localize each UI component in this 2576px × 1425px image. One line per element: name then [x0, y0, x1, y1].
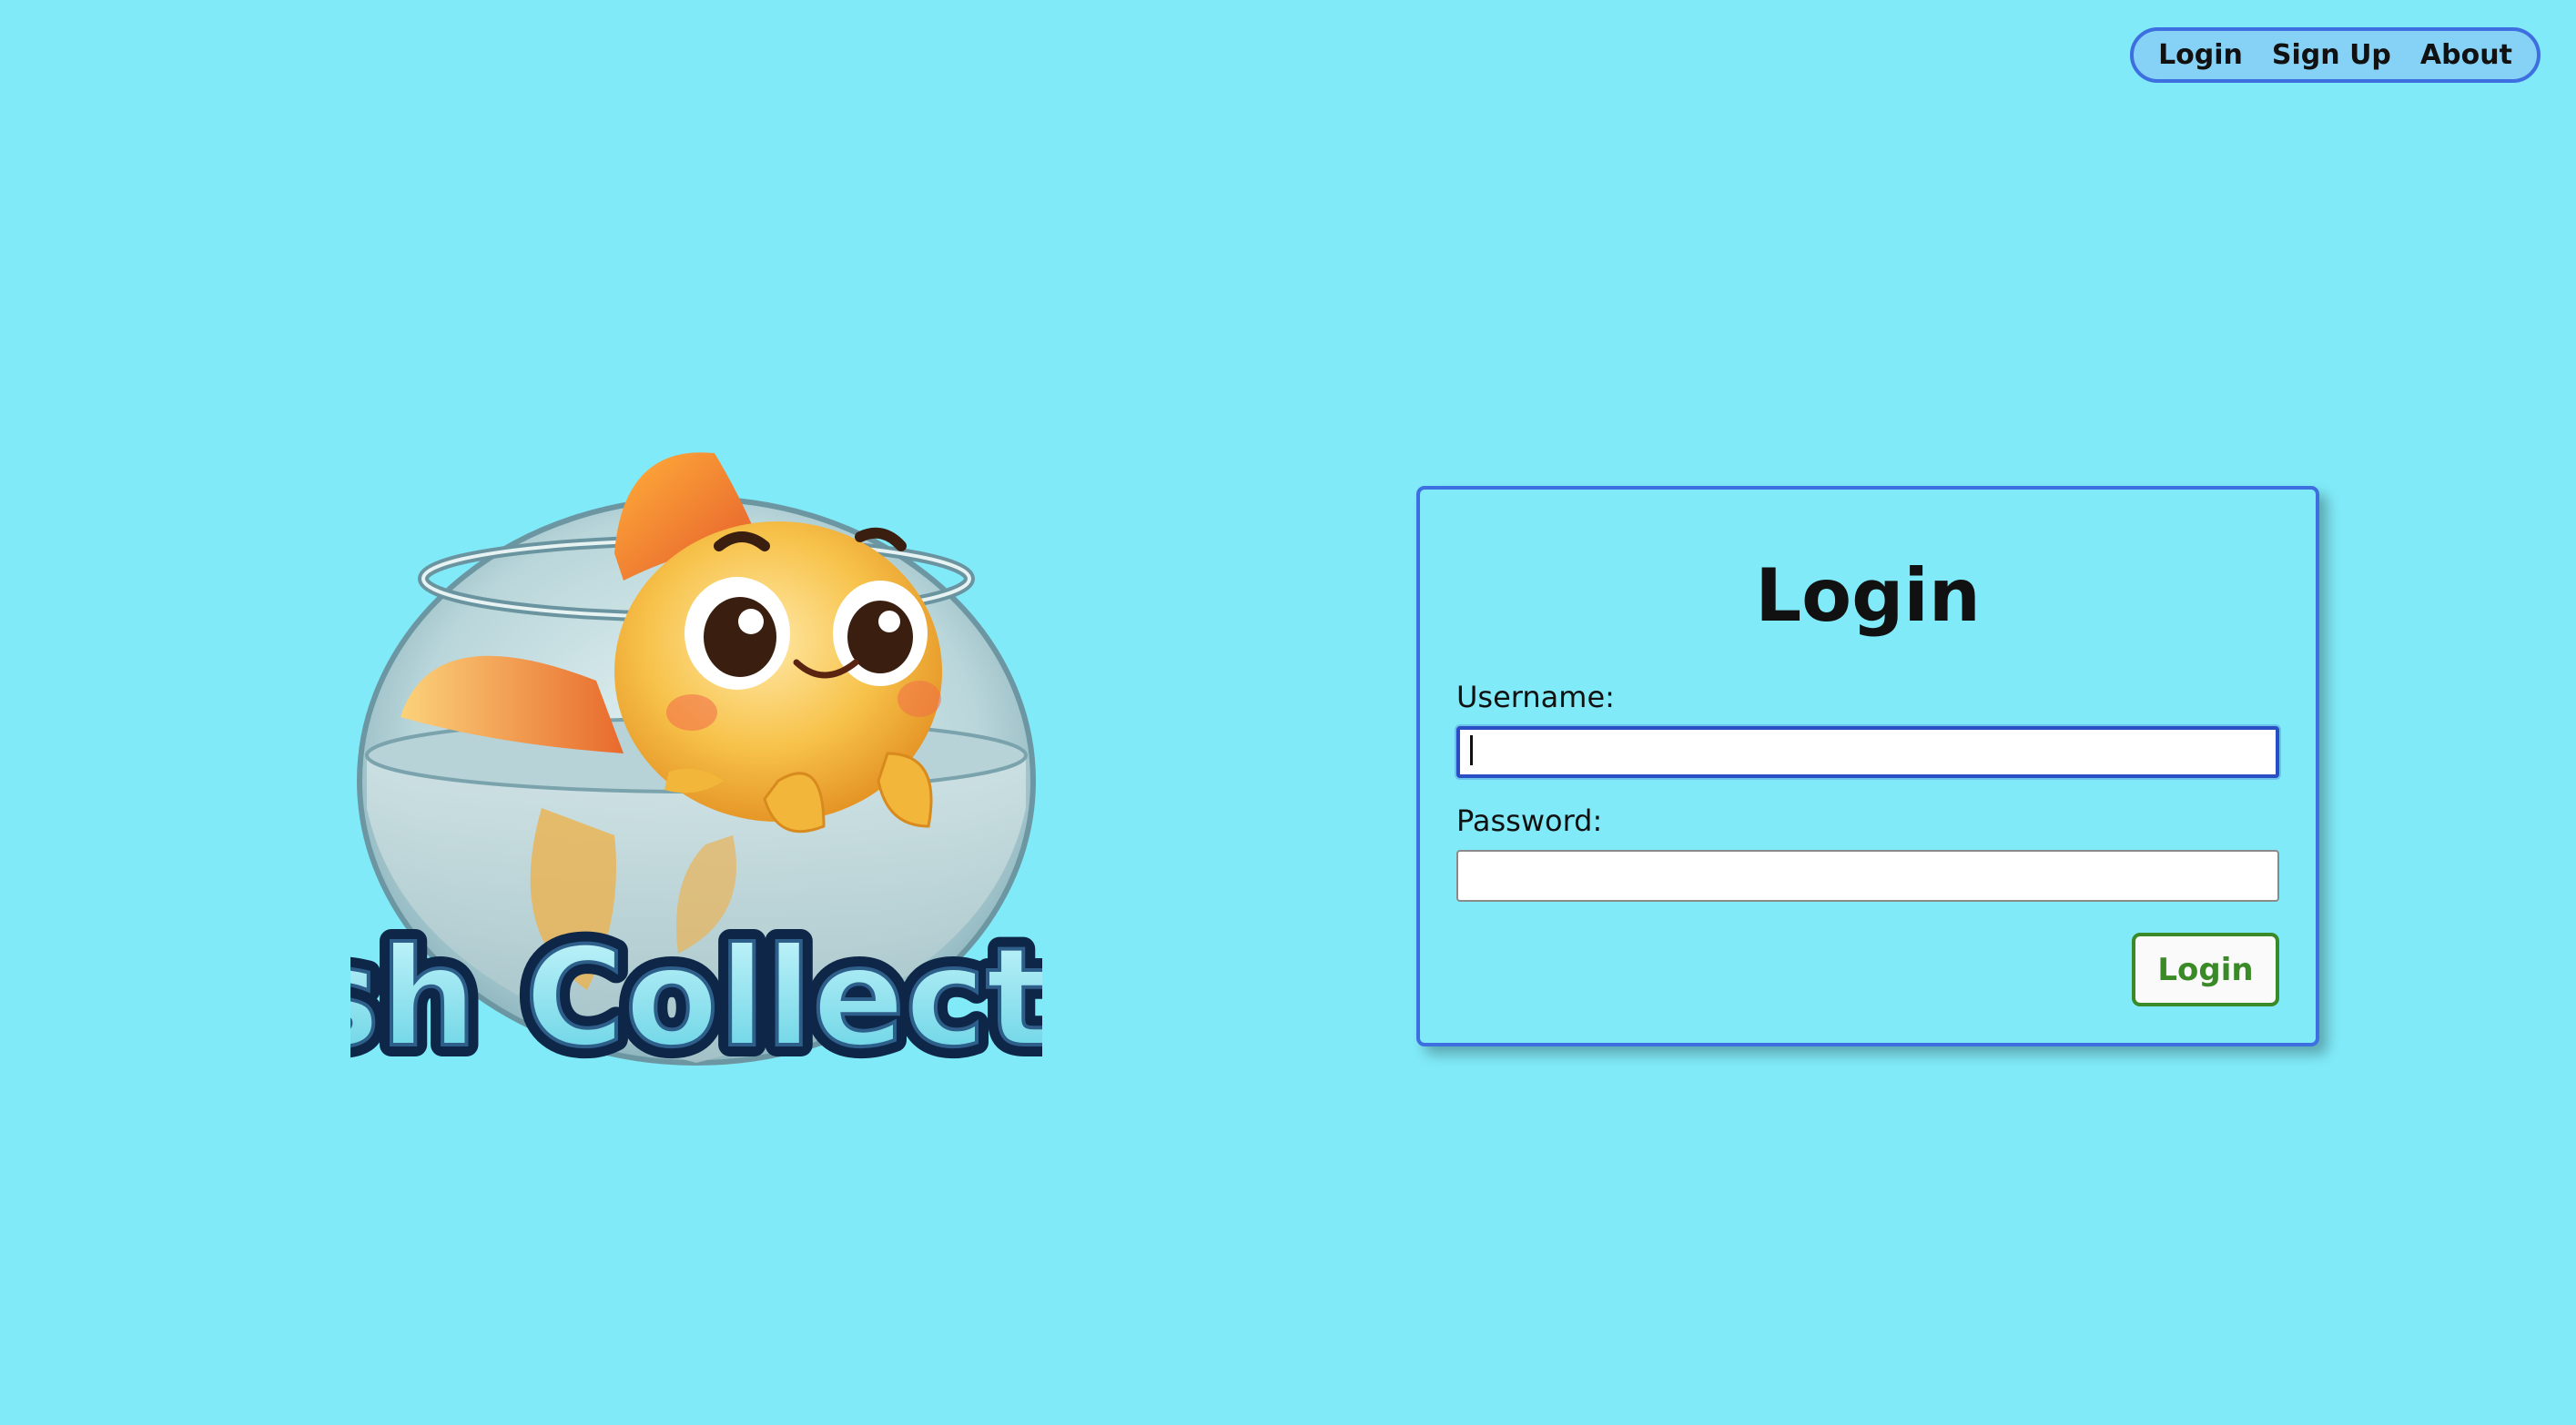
logo-wordmark: Fish Collector Fish Collector: [350, 907, 1042, 1089]
goldfish-bowl-icon: Fish Collector Fish Collector: [350, 452, 1042, 1089]
login-submit-button[interactable]: Login: [2132, 933, 2279, 1006]
username-label: Username:: [1456, 680, 1615, 714]
password-input[interactable]: [1456, 850, 2279, 902]
nav-about-link[interactable]: About: [2420, 39, 2512, 71]
login-card: Login Username: Password: Login: [1416, 486, 2319, 1046]
svg-text:Fish Collector: Fish Collector: [350, 919, 1042, 1077]
top-nav: Login Sign Up About: [2130, 27, 2541, 83]
nav-login-link[interactable]: Login: [2158, 39, 2243, 71]
password-label: Password:: [1456, 803, 1603, 838]
username-input[interactable]: [1456, 726, 2279, 778]
nav-signup-link[interactable]: Sign Up: [2272, 39, 2391, 71]
fish-collector-logo: Fish Collector Fish Collector: [350, 444, 1042, 1099]
login-title: Login: [1755, 553, 1981, 638]
